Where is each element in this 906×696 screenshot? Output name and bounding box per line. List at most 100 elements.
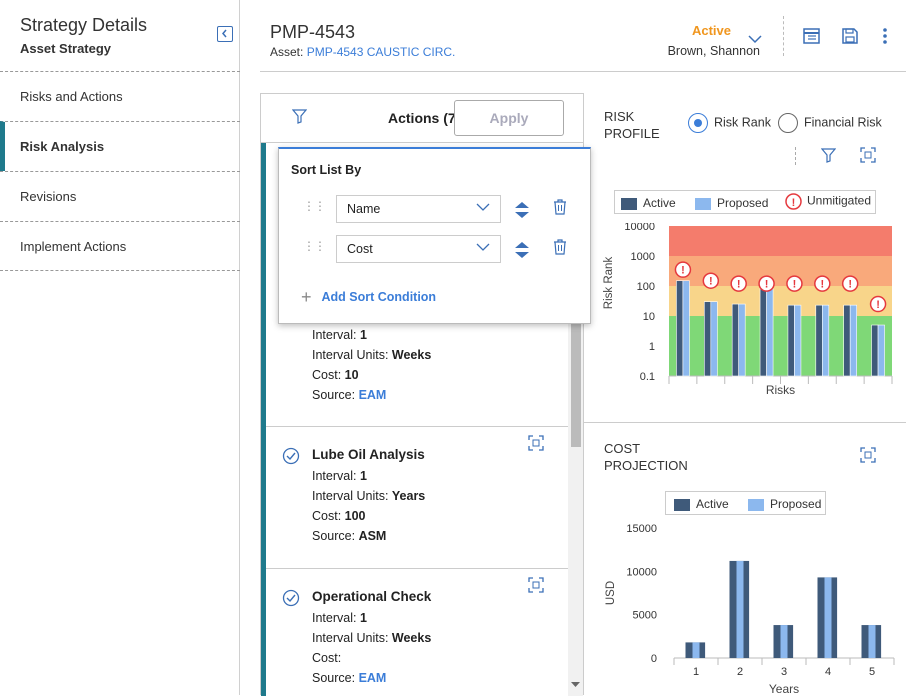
cost-row: Cost:	[312, 651, 342, 665]
sidebar-item-risk-analysis[interactable]: Risk Analysis	[0, 121, 240, 171]
x-axis-label: Years	[769, 682, 799, 695]
sidebar-item-label: Revisions	[20, 189, 77, 204]
risk-band	[669, 256, 892, 286]
sort-field-select[interactable]: Name	[336, 195, 501, 223]
sort-condition-row: ⋮⋮ Cost	[279, 235, 590, 275]
y-tick-label: 100	[637, 281, 655, 293]
y-tick-label: 1	[649, 341, 655, 353]
sidebar-item-label: Risks and Actions	[20, 89, 123, 104]
trash-icon[interactable]	[553, 239, 567, 255]
bar-active	[787, 304, 795, 377]
filter-icon[interactable]	[821, 148, 836, 163]
expand-icon[interactable]	[528, 435, 544, 451]
source-row: Source: EAM	[312, 671, 387, 685]
risk-profile-chart: 10000 1000 100 10 1 0.1 Risk Rank Risks!!!!!!!!	[603, 223, 893, 397]
toolbar-divider	[795, 147, 796, 165]
drag-handle-icon[interactable]: ⋮⋮	[303, 200, 326, 212]
unmitigated-marker-glyph: !	[765, 279, 769, 291]
bar-active-right	[787, 625, 794, 658]
bar-proposed	[766, 285, 774, 377]
sidebar-item-risks-and-actions[interactable]: Risks and Actions	[0, 71, 240, 121]
action-title: Lube Oil Analysis	[312, 447, 425, 462]
bar-proposed	[877, 324, 885, 377]
risk-profile-title: RISK PROFILE	[604, 109, 660, 141]
bar-active-left	[685, 642, 693, 658]
risk-profile-panel: RISK PROFILE Risk Rank Financial Risk Act…	[584, 93, 906, 423]
y-tick-label: 5000	[633, 610, 657, 622]
more-options-icon[interactable]	[882, 28, 888, 44]
risk-legend: Active Proposed ! Unmitigated	[614, 190, 876, 214]
sidebar-item-label: Risk Analysis	[20, 139, 105, 154]
y-axis-label: Risk Rank	[603, 257, 615, 310]
interval-row: Interval: 1	[312, 469, 367, 483]
sidebar-item-implement-actions[interactable]: Implement Actions	[0, 221, 240, 271]
cost-legend: Active Proposed	[665, 491, 826, 515]
y-tick-label: 0.1	[640, 371, 655, 383]
financial-risk-radio[interactable]: Financial Risk	[778, 113, 882, 133]
expand-icon[interactable]	[860, 147, 876, 163]
bar-active	[871, 324, 879, 377]
add-sort-condition-button[interactable]: + Add Sort Condition	[301, 285, 436, 307]
chevron-down-icon[interactable]	[748, 34, 762, 44]
sort-popup: Sort List By ⋮⋮ Name ⋮⋮ Cost + Add Sort C…	[278, 147, 591, 324]
bar-active-right	[699, 642, 706, 658]
cost-projection-title: COST PROJECTION	[604, 441, 688, 473]
legend-active: Active	[621, 196, 676, 210]
sort-direction-icon[interactable]	[515, 201, 529, 219]
sidebar-item-revisions[interactable]: Revisions	[0, 171, 240, 221]
bar-active	[759, 285, 767, 377]
svg-text:!: !	[792, 197, 796, 209]
chevron-down-icon	[476, 203, 490, 211]
interval-units-row: Interval Units: Weeks	[312, 348, 432, 362]
trash-icon[interactable]	[553, 199, 567, 215]
y-tick-label: 0	[651, 653, 657, 665]
table-view-icon[interactable]	[803, 28, 820, 44]
legend-proposed: Proposed	[748, 497, 821, 511]
bar-proposed	[794, 304, 802, 377]
action-card[interactable]: Lube Oil Analysis Interval: 1 Interval U…	[266, 427, 568, 569]
bar-active	[704, 301, 712, 377]
interval-units-row: Interval Units: Weeks	[312, 631, 432, 645]
action-title: Operational Check	[312, 589, 432, 604]
sidebar: Strategy Details Asset Strategy Risks an…	[0, 0, 240, 695]
sort-direction-icon[interactable]	[515, 241, 529, 259]
expand-icon[interactable]	[528, 577, 544, 593]
unmitigated-marker-glyph: !	[820, 279, 824, 291]
sidebar-title: Strategy Details	[20, 15, 148, 35]
asset-link[interactable]: PMP-4543 CAUSTIC CIRC.	[307, 45, 456, 59]
drag-handle-icon[interactable]: ⋮⋮	[303, 240, 326, 252]
collapse-sidebar-button[interactable]	[217, 26, 233, 42]
asset-label: Asset:	[270, 45, 307, 59]
unmitigated-marker-glyph: !	[793, 279, 797, 291]
scroll-down-arrow-icon[interactable]	[571, 682, 580, 688]
save-icon[interactable]	[842, 28, 858, 44]
interval-units-row: Interval Units: Years	[312, 489, 426, 503]
bar-proposed	[868, 625, 876, 658]
bar-proposed	[692, 642, 700, 658]
apply-button[interactable]: Apply	[454, 100, 564, 136]
bar-active	[676, 280, 684, 377]
status-badge: Active	[691, 23, 731, 38]
check-circle-icon	[282, 589, 300, 607]
filter-icon[interactable]	[292, 109, 307, 124]
y-tick-label: 10000	[624, 223, 655, 233]
actions-title: Actions (7)	[388, 110, 461, 126]
sidebar-item-label: Implement Actions	[20, 239, 127, 254]
x-tick-label: 5	[869, 666, 875, 678]
risk-rank-radio[interactable]: Risk Rank	[688, 113, 771, 133]
bar-proposed	[849, 304, 857, 377]
y-tick-label: 1000	[631, 251, 655, 263]
bar-proposed	[736, 560, 744, 658]
user-name: Brown, Shannon	[667, 44, 760, 58]
interval-row: Interval: 1	[312, 328, 367, 342]
action-card[interactable]: Operational Check Interval: 1 Interval U…	[266, 569, 568, 696]
expand-icon[interactable]	[860, 447, 876, 463]
y-tick-label: 15000	[626, 523, 657, 535]
sort-field-select[interactable]: Cost	[336, 235, 501, 263]
x-tick-label: 2	[737, 666, 743, 678]
source-row: Source: EAM	[312, 388, 387, 402]
unmitigated-marker-glyph: !	[709, 276, 713, 288]
scrollbar[interactable]	[568, 277, 583, 696]
x-tick-label: 1	[693, 666, 699, 678]
source-row: Source: ASM	[312, 529, 387, 543]
